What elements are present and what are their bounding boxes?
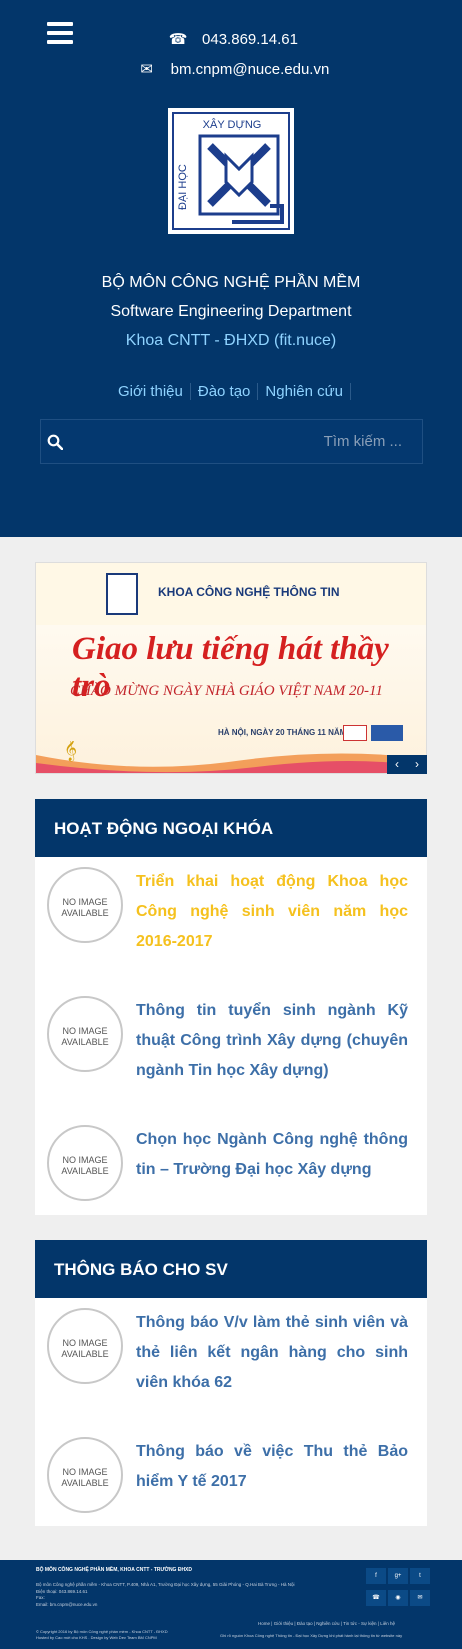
article-link[interactable]: Thông báo V/v làm thẻ sinh viên và thẻ l… <box>136 1308 408 1398</box>
sponsor-logo <box>343 725 367 741</box>
nav-item-dao-tao[interactable]: Đào tạo <box>190 383 259 400</box>
chevron-left-icon[interactable]: ‹ <box>387 757 407 771</box>
no-image-placeholder: NO IMAGE AVAILABLE <box>47 867 123 943</box>
footer-nav-item[interactable]: Tin tức - Sự kiện <box>343 1621 376 1626</box>
site-header: ☎ 043.869.14.61 ✉ bm.cnpm@nuce.edu.vn XÂY … <box>0 0 462 537</box>
department-titles: BỘ MÔN CÔNG NGHỆ PHẦN MỀM Software Engin… <box>0 273 462 351</box>
banner-logo <box>106 573 138 615</box>
logo-text-top: XÂY DỰNG <box>203 118 262 131</box>
nav-item-gioi-thieu[interactable]: Giới thiệu <box>110 383 191 400</box>
banner-wave-decoration: 𝄞 <box>36 741 426 773</box>
article-link[interactable]: Triển khai hoạt động Khoa học Công nghệ … <box>136 867 408 957</box>
chevron-right-icon[interactable]: › <box>407 757 427 771</box>
article-link[interactable]: Chọn học Ngành Công nghệ thông tin – Trư… <box>136 1125 408 1185</box>
phone-icon[interactable]: ☎ <box>366 1590 386 1606</box>
footer-notice: Ghi rõ nguồn Khoa Công nghệ Thông tin - … <box>220 1633 403 1638</box>
mail-icon[interactable]: ✉ <box>410 1590 430 1606</box>
phone-contact[interactable]: ☎ 043.869.14.61 <box>0 30 462 48</box>
logo-text-side: ĐẠI HỌC <box>177 164 189 210</box>
footer-hosted: Hosted by Cao mới cho KHS . Design by We… <box>36 1635 157 1640</box>
dept-name-en: Software Engineering Department <box>110 303 352 320</box>
no-image-placeholder: NO IMAGE AVAILABLE <box>47 1308 123 1384</box>
phone-icon: ☎ <box>168 31 188 48</box>
footer-title: BỘ MÔN CÔNG NGHỆ PHẦN MỀM, KHOA CNTT - T… <box>36 1567 193 1573</box>
extracurricular-panel: HOẠT ĐỘNG NGOẠI KHÓA NO IMAGE AVAILABLE … <box>35 799 427 1215</box>
nav-item-nghien-cuu[interactable]: Nghiên cứu <box>258 383 351 400</box>
sponsor-logo <box>371 725 403 741</box>
panel-title: HOẠT ĐỘNG NGOẠI KHÓA <box>35 799 427 857</box>
footer-nav-item[interactable]: Giới thiệu <box>274 1621 293 1626</box>
footer-email[interactable]: Email: bm.cnpm@nuce.edu.vn <box>36 1602 356 1609</box>
facebook-icon[interactable]: f <box>366 1568 386 1584</box>
panel-title: THÔNG BÁO CHO SV <box>35 1240 427 1298</box>
footer-credits: © Copyright 2016 by Bộ môn Công nghệ phầ… <box>36 1629 168 1641</box>
music-note-icon: 𝄞 <box>64 741 77 761</box>
search-box <box>40 419 423 464</box>
university-logo[interactable]: XÂY DỰNG ĐẠI HỌC <box>168 108 294 234</box>
search-input[interactable] <box>71 420 416 463</box>
rss-icon[interactable]: ◉ <box>388 1590 408 1606</box>
twitter-icon[interactable]: t <box>410 1568 430 1584</box>
footer-nav-item[interactable]: Đào tạo <box>297 1621 313 1626</box>
site-footer: BỘ MÔN CÔNG NGHỆ PHẦN MỀM, KHOA CNTT - T… <box>0 1560 462 1649</box>
social-links: f g+ t ☎ ◉ ✉ <box>366 1568 430 1612</box>
faculty-name[interactable]: Khoa CNTT - ĐHXD (fit.nuce) <box>0 331 462 351</box>
article-link[interactable]: Thông báo về việc Thu thẻ Bảo hiểm Y tế … <box>136 1437 408 1497</box>
dept-name-vi: BỘ MÔN CÔNG NGHỆ PHẦN MỀM <box>101 274 361 291</box>
student-notices-panel: THÔNG BÁO CHO SV NO IMAGE AVAILABLE Thôn… <box>35 1240 427 1526</box>
phone-number: 043.869.14.61 <box>202 31 298 48</box>
no-image-placeholder: NO IMAGE AVAILABLE <box>47 1437 123 1513</box>
envelope-icon: ✉ <box>140 61 153 78</box>
footer-nav-item[interactable]: Home <box>258 1621 270 1626</box>
footer-contact: Bộ môn Công nghệ phần mềm - Khoa CNTT, P… <box>36 1582 356 1608</box>
footer-nav-item[interactable]: Liên hệ <box>380 1621 395 1626</box>
banner-slide[interactable]: KHOA CÔNG NGHỆ THÔNG TIN Giao lưu tiếng … <box>35 562 427 774</box>
email-contact[interactable]: ✉ bm.cnpm@nuce.edu.vn <box>0 60 462 78</box>
footer-nav: Home | Giới thiệu | Đào tạo | Nghiên cứu… <box>258 1621 395 1626</box>
no-image-placeholder: NO IMAGE AVAILABLE <box>47 996 123 1072</box>
article-link[interactable]: Thông tin tuyển sinh ngành Kỹ thuật Công… <box>136 996 408 1086</box>
no-image-placeholder: NO IMAGE AVAILABLE <box>47 1125 123 1201</box>
footer-nav-item[interactable]: Nghiên cứu <box>316 1621 339 1626</box>
banner-faculty: KHOA CÔNG NGHỆ THÔNG TIN <box>158 585 340 599</box>
google-plus-icon[interactable]: g+ <box>388 1568 408 1584</box>
slider-nav: ‹ › <box>387 755 427 774</box>
search-icon[interactable] <box>47 434 63 450</box>
main-nav: Giới thiệu Đào tạo Nghiên cứu <box>0 383 462 400</box>
banner-subtitle: CHÀO MỪNG NGÀY NHÀ GIÁO VIỆT NAM 20-11 <box>70 683 383 699</box>
email-address: bm.cnpm@nuce.edu.vn <box>170 61 330 78</box>
